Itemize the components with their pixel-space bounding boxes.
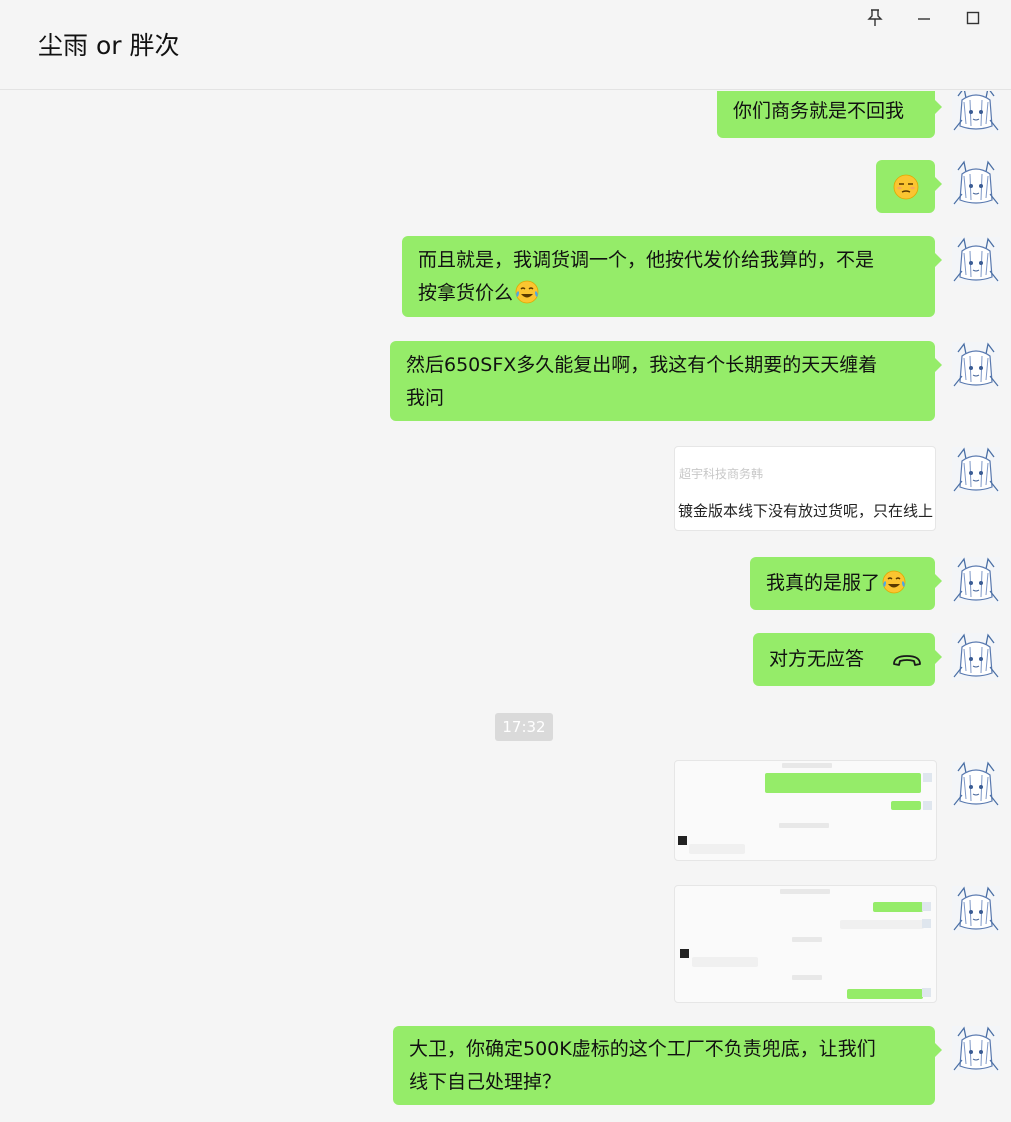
mini-avatar <box>680 949 689 958</box>
mini-bubble <box>847 989 923 999</box>
screenshot-header: 超宇科技商务韩 <box>679 467 764 481</box>
message-bubble[interactable]: 大卫，你确定500K虚标的这个工厂不负责兜底，让我们 线下自己处理掉？ <box>393 1026 942 1105</box>
call-message-bubble[interactable]: 对方无应答 <box>753 633 942 686</box>
avatar[interactable] <box>952 557 1000 605</box>
mini-avatar <box>923 773 932 782</box>
mini-avatar <box>922 919 931 928</box>
minimize-icon[interactable] <box>911 6 937 30</box>
chat-title: 尘雨 or 胖次 <box>38 31 180 60</box>
mini-bubble <box>692 957 758 967</box>
crying-laughing-emoji-icon <box>881 569 907 595</box>
mini-bubble <box>873 902 923 912</box>
mini-timestamp <box>782 763 832 768</box>
crying-laughing-emoji-icon <box>514 279 540 305</box>
avatar[interactable] <box>952 1026 1000 1074</box>
message-bubble[interactable]: 你们商务就是不回我 <box>717 91 942 138</box>
hang-up-phone-icon <box>893 655 921 666</box>
mini-bubble <box>689 844 745 854</box>
message-list[interactable]: 你们商务就是不回我 而且就是，我调货调一个，他按代发价给我算的，不是 按拿货价么… <box>0 91 1011 1122</box>
message-bubble[interactable]: 而且就是，我调货调一个，他按代发价给我算的，不是 按拿货价么 <box>402 236 942 317</box>
mini-bubble <box>891 801 921 810</box>
mini-timestamp <box>792 975 822 980</box>
mini-avatar <box>923 801 932 810</box>
avatar[interactable] <box>952 91 1000 134</box>
pin-icon[interactable] <box>862 6 888 30</box>
image-message[interactable] <box>674 885 937 1003</box>
avatar[interactable] <box>952 447 1000 495</box>
avatar[interactable] <box>952 342 1000 390</box>
unamused-face-emoji-icon <box>893 174 919 200</box>
message-bubble[interactable]: 然后650SFX多久能复出啊，我这有个长期要的天天缠着 我问 <box>390 341 942 421</box>
mini-timestamp <box>792 937 822 942</box>
mini-avatar <box>922 988 931 997</box>
mini-avatar <box>678 836 687 845</box>
avatar[interactable] <box>952 237 1000 285</box>
avatar[interactable] <box>952 886 1000 934</box>
mini-timestamp <box>780 889 830 894</box>
avatar[interactable] <box>952 761 1000 809</box>
maximize-icon[interactable] <box>960 6 986 30</box>
emoji-message-bubble[interactable] <box>876 160 942 213</box>
avatar[interactable] <box>952 633 1000 681</box>
message-bubble[interactable]: 我真的是服了 <box>750 557 942 610</box>
timestamp: 17:32 <box>495 713 553 741</box>
mini-avatar <box>922 902 931 911</box>
image-message[interactable] <box>674 760 937 861</box>
mini-bubble <box>840 920 924 929</box>
mini-bubble <box>765 773 921 793</box>
mini-timestamp <box>779 823 829 828</box>
avatar[interactable] <box>952 160 1000 208</box>
title-bar: 尘雨 or 胖次 <box>0 0 1011 90</box>
image-message[interactable]: 超宇科技商务韩 镀金版本线下没有放过货呢，只在线上 <box>674 446 936 531</box>
screenshot-body: 镀金版本线下没有放过货呢，只在线上 <box>678 502 934 520</box>
